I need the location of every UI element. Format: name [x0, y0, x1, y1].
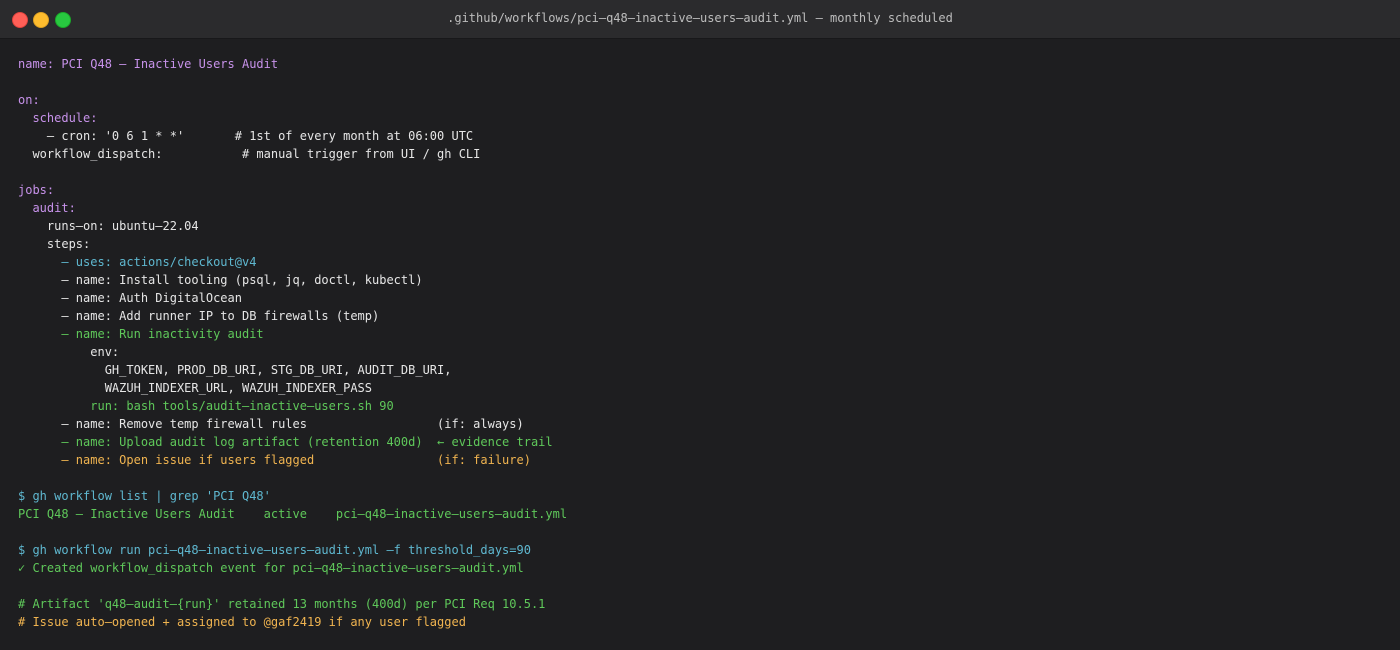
window-title: .github/workflows/pci–q48–inactive–users… [447, 11, 953, 25]
terminal-line: env: [18, 343, 1382, 361]
terminal-text: PCI Q48 — Inactive Users Audit active pc… [18, 507, 568, 521]
terminal-line: – name: Remove temp firewall rules (if: … [18, 415, 1382, 433]
terminal-text: – name: Upload audit log artifact (reten… [18, 435, 553, 449]
terminal-line: run: bash tools/audit–inactive–users.sh … [18, 397, 1382, 415]
terminal-line: workflow_dispatch: # manual trigger from… [18, 145, 1382, 163]
terminal-line: runs–on: ubuntu–22.04 [18, 217, 1382, 235]
terminal-text: – cron: '0 6 1 * *' # 1st of every month… [18, 129, 474, 143]
terminal-text: ✓ Created workflow_dispatch event for pc… [18, 561, 524, 575]
title-bar: .github/workflows/pci–q48–inactive–users… [0, 0, 1400, 39]
terminal-line: name: PCI Q48 — Inactive Users Audit [18, 55, 1382, 73]
terminal-text: GH_TOKEN, PROD_DB_URI, STG_DB_URI, AUDIT… [18, 363, 452, 377]
terminal-line: schedule: [18, 109, 1382, 127]
terminal-line: jobs: [18, 181, 1382, 199]
terminal-text: – name: Remove temp firewall rules (if: … [18, 417, 524, 431]
terminal-text: name: PCI Q48 — Inactive Users Audit [18, 57, 279, 71]
terminal-line: $ gh workflow list | grep 'PCI Q48' [18, 487, 1382, 505]
terminal-line: – name: Open issue if users flagged (if:… [18, 451, 1382, 469]
terminal-line: – name: Add runner IP to DB firewalls (t… [18, 307, 1382, 325]
terminal-text: – name: Add runner IP to DB firewalls (t… [18, 309, 380, 323]
terminal-text: runs–on: ubuntu–22.04 [18, 219, 199, 233]
terminal-line: – uses: actions/checkout@v4 [18, 253, 1382, 271]
terminal-text: $ gh workflow list | grep 'PCI Q48' [18, 489, 271, 503]
terminal-line: # Artifact 'q48–audit–{run}' retained 13… [18, 595, 1382, 613]
terminal-output[interactable]: name: PCI Q48 — Inactive Users Audit on: … [18, 55, 1382, 631]
terminal-window: .github/workflows/pci–q48–inactive–users… [0, 0, 1400, 650]
terminal-line: PCI Q48 — Inactive Users Audit active pc… [18, 505, 1382, 523]
terminal-line: GH_TOKEN, PROD_DB_URI, STG_DB_URI, AUDIT… [18, 361, 1382, 379]
terminal-text: run: bash tools/audit–inactive–users.sh … [18, 399, 394, 413]
terminal-text: – name: Auth DigitalOcean [18, 291, 242, 305]
terminal-text: workflow_dispatch: # manual trigger from… [18, 147, 481, 161]
terminal-text: – name: Install tooling (psql, jq, doctl… [18, 273, 423, 287]
terminal-text: audit: [18, 201, 76, 215]
terminal-text: steps: [18, 237, 91, 251]
terminal-text: $ gh workflow run pci–q48–inactive–users… [18, 543, 531, 557]
terminal-text: WAZUH_INDEXER_URL, WAZUH_INDEXER_PASS [18, 381, 373, 395]
terminal-line: on: [18, 91, 1382, 109]
terminal-line: ✓ Created workflow_dispatch event for pc… [18, 559, 1382, 577]
terminal-text: – name: Open issue if users flagged (if:… [18, 453, 531, 467]
terminal-line: $ gh workflow run pci–q48–inactive–users… [18, 541, 1382, 559]
terminal-line: # Issue auto–opened + assigned to @gaf24… [18, 613, 1382, 631]
terminal-text: on: [18, 93, 40, 107]
terminal-line: WAZUH_INDEXER_URL, WAZUH_INDEXER_PASS [18, 379, 1382, 397]
terminal-text: # Issue auto–opened + assigned to @gaf24… [18, 615, 466, 629]
terminal-text: schedule: [18, 111, 98, 125]
terminal-line: – name: Install tooling (psql, jq, doctl… [18, 271, 1382, 289]
terminal-text: # Artifact 'q48–audit–{run}' retained 13… [18, 597, 546, 611]
terminal-line: steps: [18, 235, 1382, 253]
terminal-text: env: [18, 345, 120, 359]
terminal-line: – name: Run inactivity audit [18, 325, 1382, 343]
terminal-line: – name: Upload audit log artifact (reten… [18, 433, 1382, 451]
terminal-line: – name: Auth DigitalOcean [18, 289, 1382, 307]
terminal-line: – cron: '0 6 1 * *' # 1st of every month… [18, 127, 1382, 145]
terminal-line: audit: [18, 199, 1382, 217]
terminal-text: – name: Run inactivity audit [18, 327, 264, 341]
terminal-text: jobs: [18, 183, 55, 197]
terminal-text: – uses: actions/checkout@v4 [18, 255, 257, 269]
